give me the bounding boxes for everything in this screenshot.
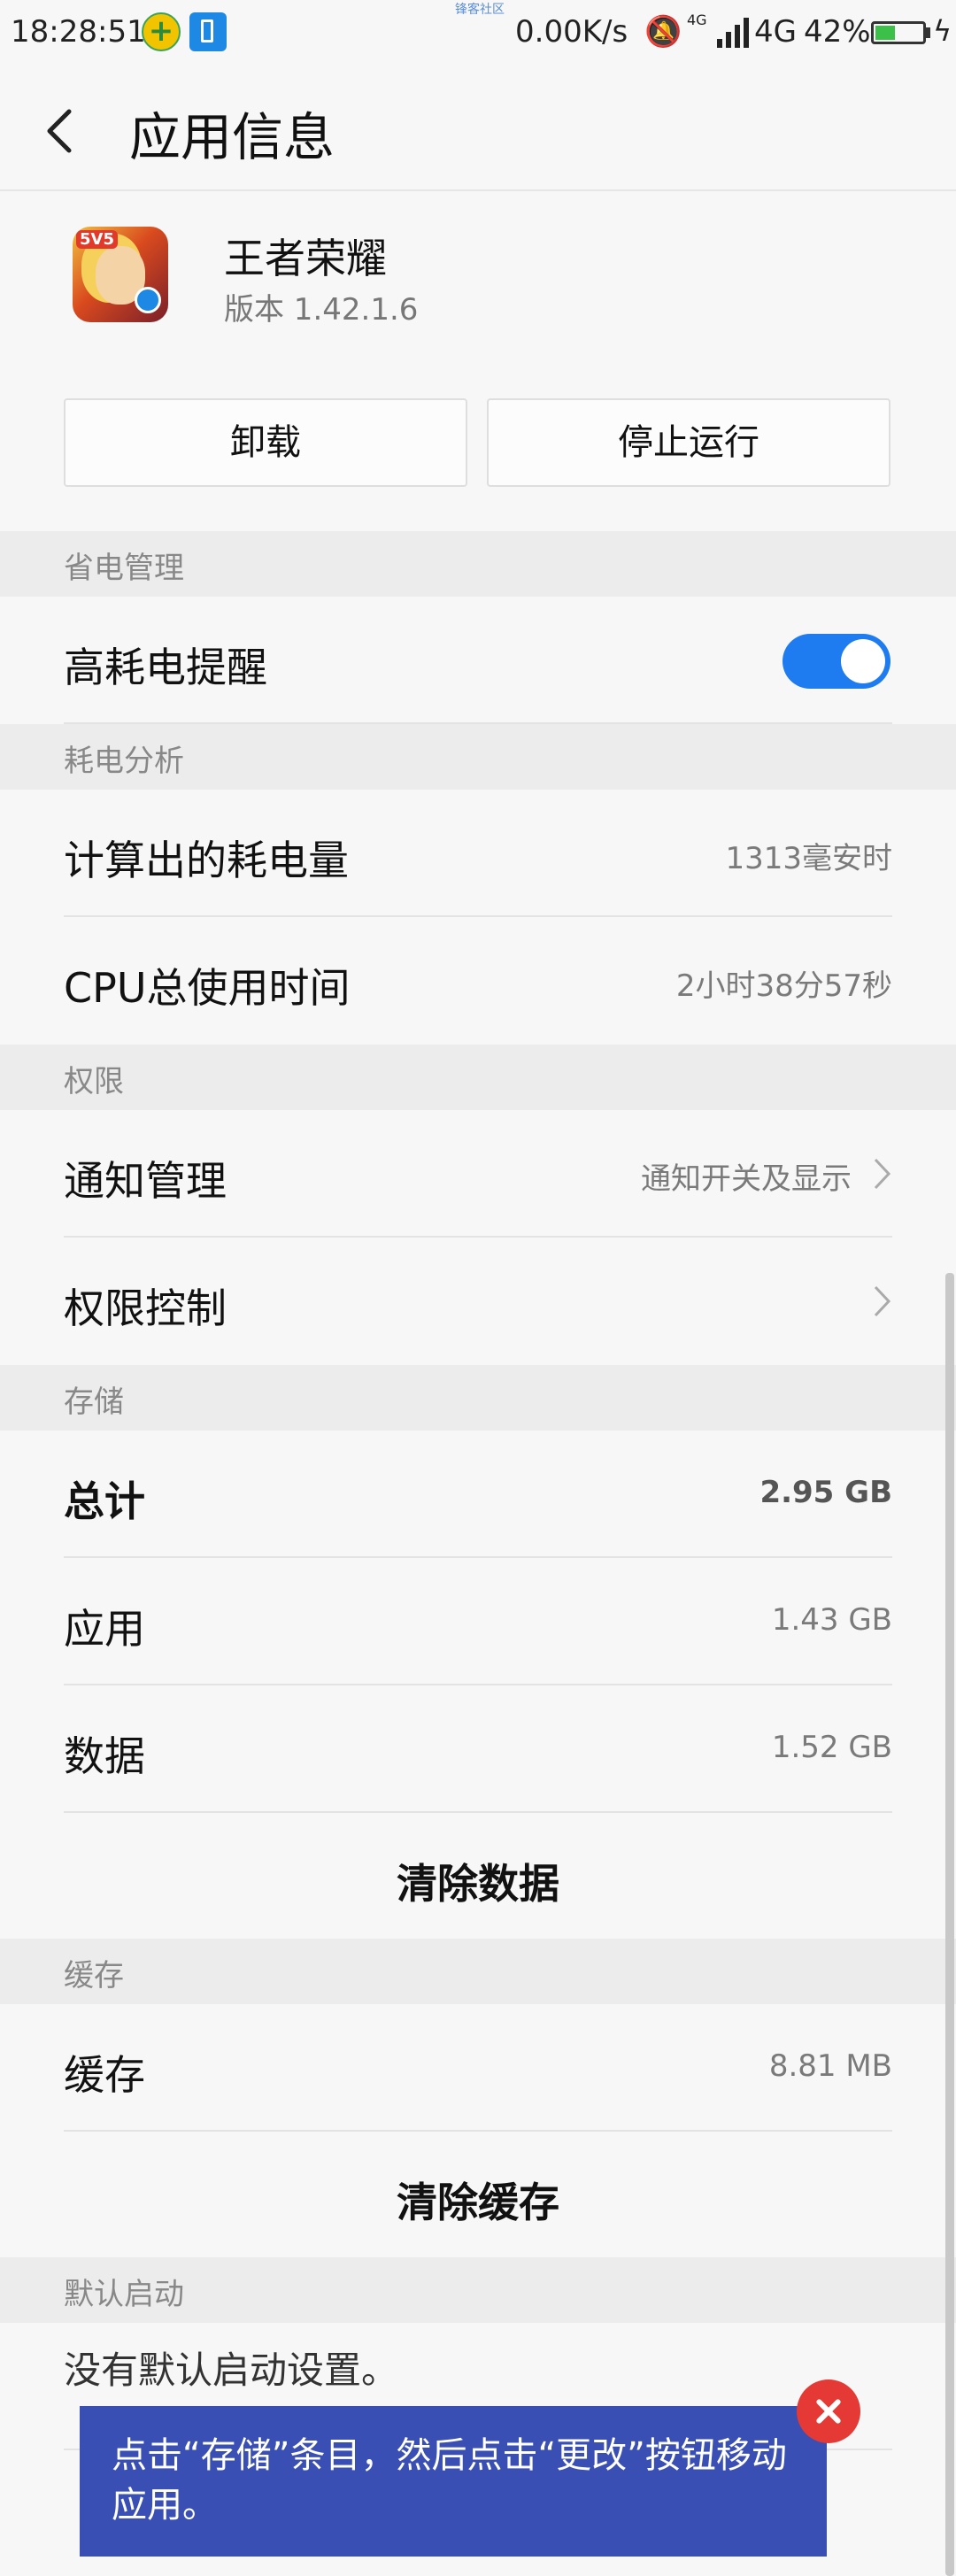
- section-storage: 存储: [0, 1365, 956, 1431]
- status-bar: 18:28:51 + 锋客社区 0.00K/s 🔕 4G 4G 42% ϟ: [0, 0, 956, 67]
- clear-data-button[interactable]: 清除数据: [0, 1813, 956, 1940]
- row-label: CPU总使用时间: [64, 964, 351, 1012]
- cache-row: 缓存 8.81 MB: [0, 2004, 956, 2132]
- app-icon: 5V5: [73, 227, 168, 322]
- section-title: 耗电分析: [64, 744, 184, 779]
- page-title: 应用信息: [129, 107, 335, 167]
- section-cache: 缓存: [0, 1939, 956, 2004]
- tip-text: 点击“存储”条目，然后点击“更改”按钮移动应用。: [112, 2435, 787, 2526]
- row-value: 8.81 MB: [768, 2048, 892, 2084]
- signal-icon: [717, 18, 749, 48]
- battery-fill: [875, 26, 895, 40]
- app-icon-badge: 5V5: [76, 230, 118, 249]
- row-value: 通知开关及显示: [641, 1161, 852, 1197]
- section-title: 省电管理: [64, 551, 184, 586]
- row-label: 数据: [64, 1732, 145, 1780]
- network-speed: 0.00K/s: [515, 14, 628, 50]
- row-label: 权限控制: [64, 1284, 227, 1332]
- network-type: 4G: [754, 14, 797, 50]
- row-value: 2.95 GB: [759, 1475, 892, 1510]
- section-power-management: 省电管理: [0, 531, 956, 597]
- app-header: 应用信息: [0, 67, 956, 191]
- no-default-launch-text: 没有默认启动设置。: [64, 2348, 399, 2392]
- clear-cache-label: 清除缓存: [397, 2179, 559, 2226]
- small-network-label: 4G: [687, 12, 707, 28]
- row-label: 总计: [64, 1477, 145, 1525]
- app-icon-logo: [135, 287, 161, 313]
- stop-button[interactable]: 停止运行: [487, 398, 890, 487]
- mute-bell-icon: 🔕: [644, 14, 682, 50]
- clear-data-label: 清除数据: [397, 1860, 559, 1908]
- status-time: 18:28:51: [11, 14, 146, 50]
- clear-cache-button[interactable]: 清除缓存: [0, 2132, 956, 2259]
- section-title: 缓存: [64, 1958, 124, 1994]
- row-value: 1.52 GB: [771, 1730, 892, 1765]
- computed-power-row: 计算出的耗电量 1313毫安时: [0, 790, 956, 917]
- storage-data-row: 数据 1.52 GB: [0, 1685, 956, 1813]
- permission-control-row[interactable]: 权限控制: [0, 1238, 956, 1365]
- cpu-time-row: CPU总使用时间 2小时38分57秒: [0, 917, 956, 1045]
- row-value: 1.43 GB: [771, 1602, 892, 1638]
- uninstall-button[interactable]: 卸载: [64, 398, 467, 487]
- high-drain-reminder-row[interactable]: 高耗电提醒: [0, 597, 956, 724]
- app-name: 王者荣耀: [224, 235, 387, 282]
- plus-app-icon: +: [142, 12, 181, 51]
- chevron-right-icon: [874, 1158, 891, 1190]
- charging-icon: ϟ: [933, 14, 952, 48]
- section-title: 存储: [64, 1384, 124, 1420]
- section-title: 默认启动: [64, 2277, 184, 2312]
- app-version: 版本 1.42.1.6: [224, 292, 419, 328]
- section-title: 权限: [64, 1064, 124, 1099]
- row-label: 高耗电提醒: [64, 644, 267, 691]
- row-label: 计算出的耗电量: [64, 837, 349, 884]
- storage-total-row[interactable]: 总计 2.95 GB: [0, 1431, 956, 1558]
- scrollbar[interactable]: [945, 1273, 954, 2576]
- back-arrow-icon[interactable]: [41, 106, 83, 156]
- battery-percent: 42%: [804, 14, 871, 50]
- toggle-knob: [841, 639, 885, 683]
- watermark: 锋客社区: [455, 3, 505, 17]
- row-label: 通知管理: [64, 1157, 227, 1205]
- battery-manager-icon: [189, 12, 227, 51]
- row-label: 缓存: [64, 2051, 145, 2099]
- row-label: 应用: [64, 1605, 145, 1653]
- battery-tip: [926, 27, 930, 38]
- row-value: 2小时38分57秒: [675, 968, 892, 1004]
- storage-app-row: 应用 1.43 GB: [0, 1558, 956, 1685]
- section-permissions: 权限: [0, 1045, 956, 1110]
- high-drain-toggle[interactable]: [783, 634, 890, 689]
- battery-icon: [871, 21, 926, 44]
- close-tip-button[interactable]: [797, 2379, 860, 2443]
- move-app-tip: 点击“存储”条目，然后点击“更改”按钮移动应用。: [80, 2406, 827, 2557]
- section-default-launch: 默认启动: [0, 2257, 956, 2323]
- chevron-right-icon: [874, 1285, 891, 1317]
- section-power-analysis: 耗电分析: [0, 724, 956, 790]
- row-value: 1313毫安时: [725, 841, 892, 876]
- notification-management-row[interactable]: 通知管理 通知开关及显示: [0, 1110, 956, 1238]
